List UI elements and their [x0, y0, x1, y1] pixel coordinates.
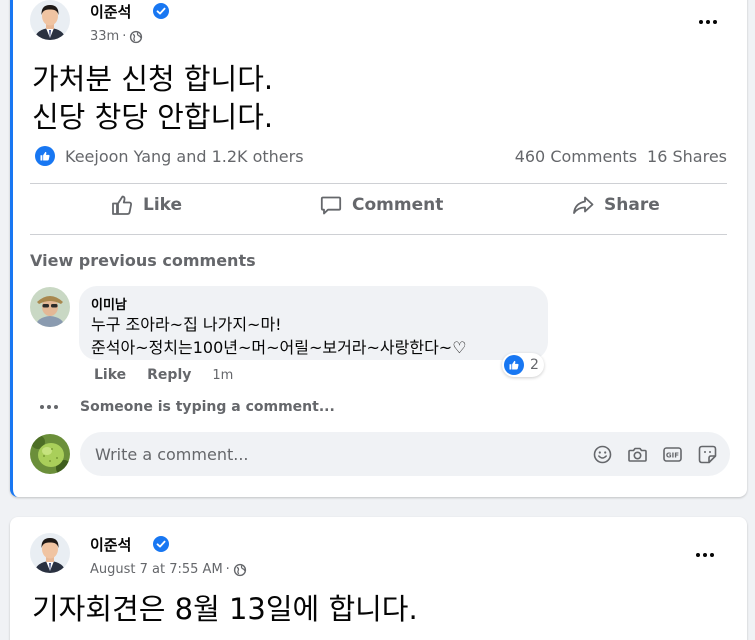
- camera-icon[interactable]: [627, 444, 648, 465]
- author-avatar[interactable]: [30, 533, 70, 573]
- comment-text-line: 누구 조아라~집 나가지~마!: [91, 315, 282, 334]
- post-meta: 33m ·: [90, 29, 143, 44]
- comment-text-line: 준석아~정치는100년~머~어릴~보거라~사랑한다~♡: [91, 338, 467, 357]
- divider: [30, 183, 727, 184]
- engagement-counts: 460 Comments 16 Shares: [515, 147, 727, 166]
- meta-separator: ·: [225, 562, 230, 577]
- dot-icon: [699, 20, 703, 24]
- author-name[interactable]: 이준석: [90, 534, 131, 555]
- commenter-avatar[interactable]: [30, 287, 70, 327]
- share-button[interactable]: Share: [571, 187, 660, 223]
- post-text-line: 기자회견은 8월 13일에 합니다.: [32, 592, 418, 626]
- thumbs-up-icon: [112, 195, 132, 215]
- post-timestamp[interactable]: 33m: [90, 29, 119, 44]
- typing-text: Someone is typing a comment...: [80, 399, 335, 415]
- view-previous-comments-link[interactable]: View previous comments: [30, 251, 256, 270]
- author-name[interactable]: 이준석: [90, 1, 131, 22]
- like-button[interactable]: Like: [110, 187, 182, 223]
- dot-icon: [703, 553, 707, 557]
- globe-icon[interactable]: [129, 30, 143, 44]
- dot-icon: [713, 20, 717, 24]
- current-user-avatar[interactable]: [30, 434, 70, 474]
- comment-reaction-count: 2: [530, 357, 539, 373]
- comments-count[interactable]: 460 Comments: [515, 147, 637, 166]
- comment-time[interactable]: 1m: [212, 368, 233, 383]
- post-text: 가처분 신청 합니다. 신당 창당 안합니다.: [32, 60, 273, 136]
- post-timestamp[interactable]: August 7 at 7:55 AM: [90, 562, 223, 577]
- comment-label: Comment: [352, 195, 444, 215]
- like-reaction-icon: [35, 146, 55, 166]
- comment-author[interactable]: 이미남: [91, 294, 536, 313]
- verified-badge-icon: [153, 536, 169, 552]
- comment-actions: Like Reply 1m: [94, 367, 233, 383]
- post-text: 기자회견은 8월 13일에 합니다.: [32, 590, 418, 628]
- like-label: Like: [143, 195, 183, 215]
- typing-indicator: Someone is typing a comment...: [40, 399, 335, 415]
- comment-composer: GIF: [80, 432, 730, 476]
- dot-icon: [706, 20, 710, 24]
- post-meta: August 7 at 7:55 AM ·: [90, 562, 247, 577]
- gif-icon[interactable]: GIF: [662, 444, 683, 465]
- post-card: 이준석 33m · 가처분 신청 합니다. 신당 창당 안합니다. Keejoo…: [10, 0, 747, 497]
- reaction-summary[interactable]: Keejoon Yang and 1.2K others: [35, 146, 304, 166]
- comment-icon: [320, 196, 342, 215]
- like-reaction-icon: [504, 355, 524, 375]
- shares-count[interactable]: 16 Shares: [647, 147, 727, 166]
- share-label: Share: [604, 195, 660, 215]
- post-text-line: 신당 창당 안합니다.: [32, 100, 274, 134]
- svg-text:GIF: GIF: [666, 452, 679, 460]
- more-options-button[interactable]: [690, 4, 726, 40]
- globe-icon[interactable]: [233, 563, 247, 577]
- post-text-line: 가처분 신청 합니다.: [32, 62, 274, 96]
- emoji-icon[interactable]: [592, 444, 613, 465]
- write-comment-input[interactable]: [95, 432, 575, 476]
- reaction-summary-text[interactable]: Keejoon Yang and 1.2K others: [65, 147, 304, 166]
- dot-icon: [710, 553, 714, 557]
- comment-button[interactable]: Comment: [319, 187, 443, 223]
- more-options-button[interactable]: [687, 537, 723, 573]
- post-card: 이준석 August 7 at 7:55 AM · 기자회견은 8월 13일에 …: [10, 517, 747, 640]
- author-avatar[interactable]: [30, 0, 70, 40]
- verified-badge-icon: [153, 3, 169, 19]
- comment-reply-button[interactable]: Reply: [147, 367, 191, 383]
- typing-dots-icon: [40, 405, 58, 409]
- meta-separator: ·: [122, 29, 127, 44]
- sticker-icon[interactable]: [697, 444, 718, 465]
- comment-like-button[interactable]: Like: [94, 367, 126, 383]
- divider: [30, 234, 727, 235]
- comment-bubble: 이미남 누구 조아라~집 나가지~마! 준석아~정치는100년~머~어릴~보거라…: [79, 286, 548, 360]
- dot-icon: [696, 553, 700, 557]
- composer-icons: GIF: [592, 444, 718, 465]
- share-icon: [573, 196, 594, 214]
- comment-reactions[interactable]: 2: [502, 353, 544, 377]
